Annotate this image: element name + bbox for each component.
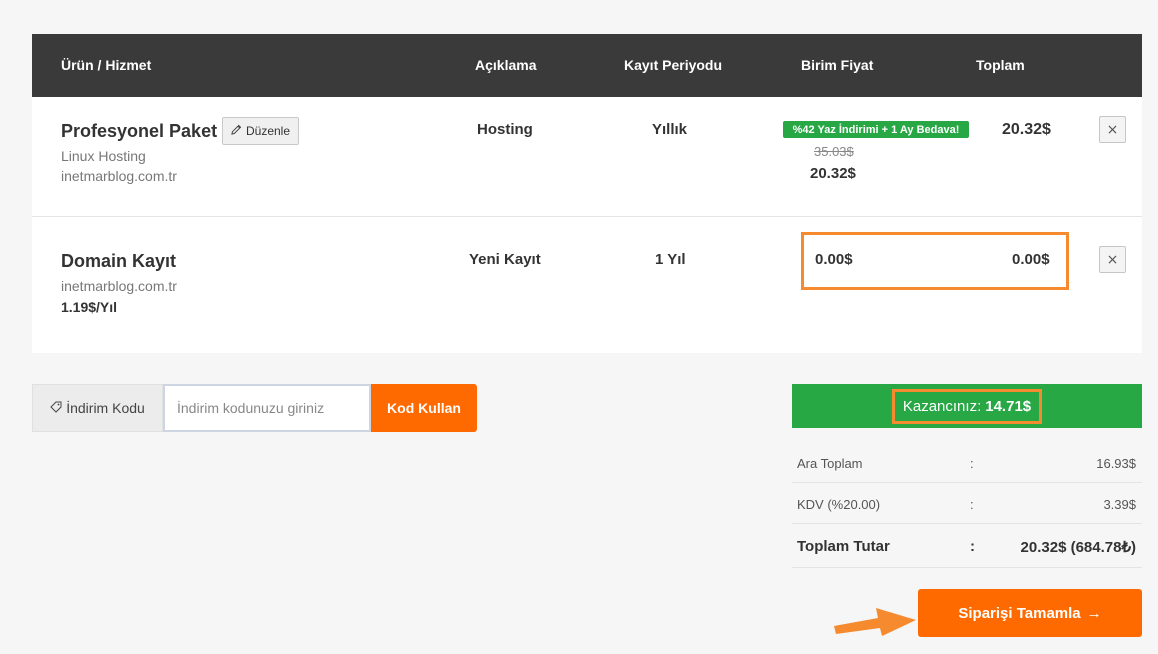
promo-badge: %42 Yaz İndirimi + 1 Ay Bedava! — [783, 121, 969, 138]
separator: : — [970, 497, 974, 512]
grand-total-label: Toplam Tutar — [797, 538, 890, 555]
savings-highlight: Kazancınız: 14.71$ — [891, 388, 1043, 424]
product-period: 1 Yıl — [655, 251, 686, 268]
tag-icon — [50, 400, 62, 416]
cart-table-header: Ürün / Hizmet Açıklama Kayıt Periyodu Bi… — [32, 34, 1142, 97]
order-summary: Ara Toplam : 16.93$ KDV (%20.00) : 3.39$… — [792, 442, 1142, 568]
header-total: Toplam — [976, 57, 1025, 73]
line-total: 0.00$ — [1012, 251, 1050, 268]
cart-row-hosting: Profesyonel Paket Düzenle Linux Hosting … — [32, 97, 1142, 217]
edit-button[interactable]: Düzenle — [222, 117, 299, 145]
unit-price: 0.00$ — [815, 251, 853, 268]
header-product: Ürün / Hizmet — [61, 57, 152, 73]
product-domain: inetmarblog.com.tr — [61, 168, 177, 184]
savings-label: Kazancınız: — [902, 397, 982, 415]
product-name: Profesyonel Paket — [61, 121, 218, 141]
line-total: 20.32$ — [1002, 121, 1051, 138]
coupon-label-text: İndirim Kodu — [66, 400, 145, 416]
product-description: Hosting — [477, 121, 533, 138]
apply-coupon-button[interactable]: Kod Kullan — [371, 384, 477, 432]
edit-button-label: Düzenle — [245, 124, 291, 138]
pointer-arrow-icon — [834, 608, 916, 636]
tax-value: 3.39$ — [1103, 497, 1136, 512]
separator: : — [970, 456, 974, 471]
pencil-icon — [231, 124, 242, 138]
header-description: Açıklama — [475, 57, 537, 73]
coupon-input[interactable] — [163, 384, 371, 432]
product-yearly-price: 1.19$/Yıl — [61, 299, 118, 315]
old-price: 35.03$ — [814, 144, 854, 159]
complete-order-label: Siparişi Tamamla — [958, 604, 1081, 622]
subtotal-row: Ara Toplam : 16.93$ — [792, 442, 1142, 483]
header-unit-price: Birim Fiyat — [801, 57, 874, 73]
product-domain: inetmarblog.com.tr — [61, 278, 177, 294]
remove-domain-button[interactable]: × — [1099, 246, 1126, 273]
separator: : — [970, 538, 975, 555]
tax-label: KDV (%20.00) — [797, 497, 881, 512]
grand-total-row: Toplam Tutar : 20.32$ (684.78₺) — [792, 524, 1142, 568]
grand-total-value: 20.32$ (684.78₺) — [1020, 539, 1136, 556]
remove-hosting-button[interactable]: × — [1099, 116, 1126, 143]
savings-banner: Kazancınız: 14.71$ — [792, 384, 1142, 428]
product-type: Linux Hosting — [61, 148, 146, 164]
arrow-right-icon: → — [1086, 604, 1102, 622]
subtotal-value: 16.93$ — [1096, 456, 1136, 471]
complete-order-button[interactable]: Siparişi Tamamla → — [918, 589, 1142, 637]
product-name: Domain Kayıt — [61, 251, 177, 271]
cart-table: Ürün / Hizmet Açıklama Kayıt Periyodu Bi… — [32, 34, 1142, 353]
unit-price: 20.32$ — [810, 165, 856, 182]
header-period: Kayıt Periyodu — [624, 57, 723, 73]
coupon-form: İndirim Kodu Kod Kullan — [32, 384, 477, 432]
coupon-label: İndirim Kodu — [32, 384, 163, 432]
product-description: Yeni Kayıt — [469, 251, 541, 268]
subtotal-label: Ara Toplam — [797, 456, 863, 471]
savings-amount: 14.71$ — [985, 397, 1032, 415]
cart-row-domain: Domain Kayıt inetmarblog.com.tr 1.19$/Yı… — [32, 217, 1142, 353]
product-period: Yıllık — [652, 121, 688, 138]
tax-row: KDV (%20.00) : 3.39$ — [792, 483, 1142, 524]
